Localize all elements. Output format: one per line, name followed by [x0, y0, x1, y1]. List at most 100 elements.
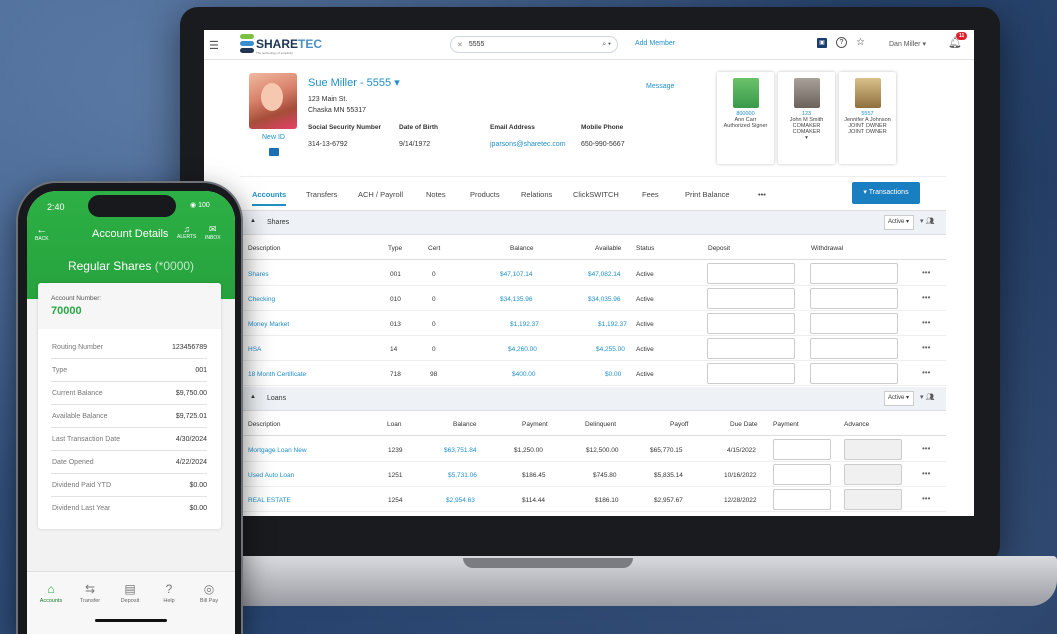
row-menu-icon[interactable]: •••: [922, 268, 930, 277]
table-row[interactable]: Shares 001 0 $47,107.14 $47,082.14 Activ…: [240, 261, 946, 286]
sharetec-logo: SHARETEC The technology of simplicity: [240, 34, 322, 55]
share-balance[interactable]: $34,135.96: [500, 296, 533, 303]
tab-ach-payroll[interactable]: ACH / Payroll: [358, 190, 403, 199]
deposit-input[interactable]: [707, 288, 795, 309]
search-icon[interactable]: ⌕ ▾: [602, 41, 611, 49]
share-description[interactable]: 18 Month Certificate: [248, 371, 306, 378]
tab-accounts-mobile[interactable]: ⌂ Accounts: [34, 582, 68, 604]
loans-section-header[interactable]: ▲ Loans Active ▾ ▾ 👥︎: [240, 387, 946, 411]
deposit-input[interactable]: [707, 313, 795, 334]
alerts-button[interactable]: ♫ ALERTS: [177, 224, 196, 240]
share-available[interactable]: $34,035.96: [588, 296, 621, 303]
withdrawal-input[interactable]: [810, 288, 898, 309]
share-balance[interactable]: $400.00: [512, 371, 536, 378]
row-menu-icon[interactable]: •••: [922, 293, 930, 302]
loans-status-filter[interactable]: Active ▾: [884, 391, 914, 406]
relation-card[interactable]: 5557 Jennifer A Johnson JOINT OWNER JOIN…: [839, 72, 896, 164]
loan-description[interactable]: Used Auto Loan: [248, 472, 294, 479]
deposit-input[interactable]: [707, 363, 795, 384]
shares-section-header[interactable]: ▲ Shares Active ▾ ▾ 👥︎: [240, 211, 946, 235]
payment-input[interactable]: [773, 489, 831, 510]
payment-input[interactable]: [773, 439, 831, 460]
tab-bill-pay-mobile[interactable]: ◎ Bill Pay: [192, 582, 226, 604]
tab-clickswitch[interactable]: ClickSWITCH: [573, 190, 619, 199]
table-row[interactable]: Used Auto Loan 1251 $5,731.06 $186.45 $7…: [240, 462, 946, 487]
tab-relations[interactable]: Relations: [521, 190, 552, 199]
group-icon[interactable]: ▾ 👥︎: [920, 217, 934, 225]
clear-search-icon[interactable]: ✕: [457, 41, 463, 49]
withdrawal-input[interactable]: [810, 338, 898, 359]
deposit-input[interactable]: [707, 338, 795, 359]
member-search-input[interactable]: ✕ 5555 ⌕ ▾: [450, 36, 618, 53]
new-id-link[interactable]: New ID: [262, 134, 285, 141]
row-menu-icon[interactable]: •••: [922, 469, 930, 478]
row-menu-icon[interactable]: •••: [922, 444, 930, 453]
table-row[interactable]: HSA 14 0 $4,260.00 $4,255.00 Active •••: [240, 336, 946, 361]
table-row[interactable]: 18 Month Certificate 718 98 $400.00 $0.0…: [240, 361, 946, 386]
payment-input[interactable]: [773, 464, 831, 485]
tab-transfer-mobile[interactable]: ⇆ Transfer: [73, 582, 107, 604]
loan-balance[interactable]: $5,731.06: [448, 472, 477, 479]
row-menu-icon[interactable]: •••: [922, 318, 930, 327]
share-balance[interactable]: $47,107.14: [500, 271, 533, 278]
member-name-dropdown[interactable]: Sue Miller - 5555 ▾: [308, 76, 400, 89]
relation-card[interactable]: 123 John M Smith COMAKER COMAKER ▾: [778, 72, 835, 164]
tab-deposit-mobile[interactable]: ▤ Deposit: [113, 582, 147, 604]
relation-card[interactable]: 800000 Ann Carr Authorized Signer: [717, 72, 774, 164]
share-description[interactable]: Shares: [248, 271, 269, 278]
add-member-link[interactable]: Add Member: [635, 40, 675, 47]
table-row[interactable]: Mortgage Loan New 1239 $63,751.84 $1,250…: [240, 437, 946, 462]
search-value[interactable]: 5555: [469, 41, 602, 48]
notification-bell-icon[interactable]: 🔔︎ 11: [948, 32, 968, 49]
collapse-icon[interactable]: ▲: [250, 218, 256, 224]
withdrawal-input[interactable]: [810, 263, 898, 284]
loan-balance[interactable]: $2,954.63: [446, 497, 475, 504]
user-menu[interactable]: Dan Miller ▾: [889, 40, 926, 48]
group-icon[interactable]: ▾ 👥︎: [920, 393, 934, 401]
table-row[interactable]: REAL ESTATE 1254 $2,954.63 $114.44 $186.…: [240, 487, 946, 512]
share-available[interactable]: $47,082.14: [588, 271, 621, 278]
transactions-button[interactable]: ▾ Transactions: [852, 182, 920, 204]
message-link[interactable]: Message: [646, 83, 674, 90]
table-row[interactable]: Money Market 013 0 $1,192.37 $1,192.37 A…: [240, 311, 946, 336]
email-link[interactable]: jparsons@sharetec.com: [490, 141, 566, 148]
loan-description[interactable]: Mortgage Loan New: [248, 447, 307, 454]
withdrawal-input[interactable]: [810, 363, 898, 384]
tab-fees[interactable]: Fees: [642, 190, 659, 199]
message-icon[interactable]: [269, 148, 279, 156]
more-tabs-icon[interactable]: •••: [758, 190, 766, 199]
share-balance[interactable]: $4,260.00: [508, 346, 537, 353]
tab-help-mobile[interactable]: ? Help: [152, 582, 186, 604]
share-available[interactable]: $0.00: [605, 371, 621, 378]
share-available[interactable]: $1,192.37: [598, 321, 627, 328]
shares-status-filter[interactable]: Active ▾: [884, 215, 914, 230]
row-menu-icon[interactable]: •••: [922, 368, 930, 377]
member-card-icon[interactable]: ▣: [817, 37, 827, 48]
help-icon[interactable]: ?: [836, 37, 847, 48]
detail-value: 001: [195, 367, 207, 374]
back-button[interactable]: ← BACK: [35, 224, 49, 242]
collapse-icon[interactable]: ▲: [250, 394, 256, 400]
tab-notes[interactable]: Notes: [426, 190, 446, 199]
row-menu-icon[interactable]: •••: [922, 343, 930, 352]
withdrawal-input[interactable]: [810, 313, 898, 334]
table-row[interactable]: Checking 010 0 $34,135.96 $34,035.96 Act…: [240, 286, 946, 311]
col-status: Status: [636, 245, 655, 252]
inbox-button[interactable]: ✉ INBOX: [205, 224, 221, 241]
tab-print-balance[interactable]: Print Balance: [685, 190, 730, 199]
loan-balance[interactable]: $63,751.84: [444, 447, 477, 454]
share-available[interactable]: $4,255.00: [596, 346, 625, 353]
share-description[interactable]: Money Market: [248, 321, 289, 328]
share-balance[interactable]: $1,192.37: [510, 321, 539, 328]
loan-description[interactable]: REAL ESTATE: [248, 497, 291, 504]
tab-accounts[interactable]: Accounts: [252, 190, 287, 206]
row-menu-icon[interactable]: •••: [922, 494, 930, 503]
tab-transfers[interactable]: Transfers: [306, 190, 337, 199]
share-description[interactable]: Checking: [248, 296, 275, 303]
menu-icon[interactable]: ☰: [209, 39, 219, 52]
share-description[interactable]: HSA: [248, 346, 261, 353]
tab-products[interactable]: Products: [470, 190, 500, 199]
deposit-input[interactable]: [707, 263, 795, 284]
chevron-down-icon[interactable]: ▾: [778, 135, 835, 141]
star-icon[interactable]: ☆: [856, 37, 865, 48]
